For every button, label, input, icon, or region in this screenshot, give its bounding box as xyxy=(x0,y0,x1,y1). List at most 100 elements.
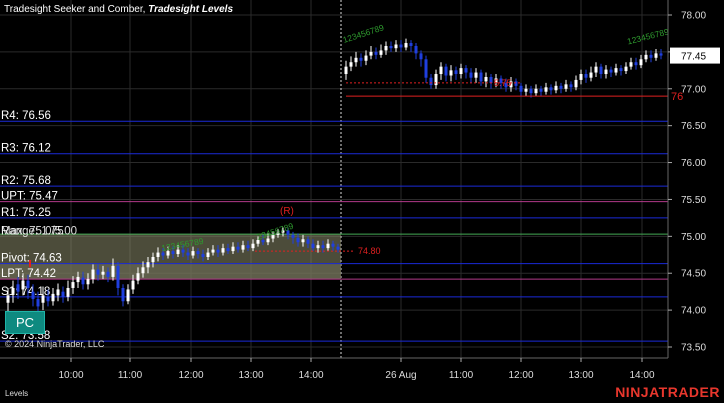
candle-body xyxy=(634,62,638,66)
candle-body xyxy=(51,293,55,302)
time-tick-label: 12:00 xyxy=(508,370,533,381)
price-tick-label: 74.50 xyxy=(681,269,706,280)
candle-body xyxy=(191,251,195,256)
candle-body xyxy=(584,74,588,78)
pc-button[interactable]: PC xyxy=(5,311,45,334)
reversal-marker: (R) xyxy=(280,206,294,217)
candle-body xyxy=(394,44,398,49)
candle-body xyxy=(251,243,255,249)
candle-body xyxy=(569,84,573,88)
time-tick-label: 26 Aug xyxy=(385,370,416,381)
candle-body xyxy=(236,246,240,250)
candle-body xyxy=(594,66,598,73)
candle-body xyxy=(579,74,583,80)
level-label: R4: 76.56 xyxy=(1,110,51,122)
candle-body xyxy=(539,88,543,92)
candle-body xyxy=(419,53,423,60)
candle-body xyxy=(151,256,155,263)
candle-body xyxy=(291,234,295,238)
candle-body xyxy=(559,85,563,89)
candle-body xyxy=(409,43,413,46)
candle-body xyxy=(326,243,330,249)
candle-body xyxy=(81,277,85,285)
candle-body xyxy=(549,87,553,91)
candle-body xyxy=(479,72,483,82)
candle-body xyxy=(469,72,473,78)
candle-body xyxy=(414,45,418,54)
candle-body xyxy=(56,289,60,296)
candle-body xyxy=(599,66,603,75)
candle-body xyxy=(76,276,80,283)
candle-body xyxy=(136,273,140,281)
time-tick-label: 11:00 xyxy=(118,370,143,381)
candle-body xyxy=(296,237,300,243)
candle-body xyxy=(529,88,533,94)
time-tick-label: 13:00 xyxy=(238,370,263,381)
price-marker: 5.75 xyxy=(494,78,512,88)
candle-body xyxy=(374,51,378,55)
candle-body xyxy=(349,62,353,67)
candle-body xyxy=(86,279,90,285)
candle-body xyxy=(434,74,438,86)
time-tick-label: 10:00 xyxy=(58,370,83,381)
time-tick-label: 12:00 xyxy=(178,370,203,381)
price-tick-label: 76.50 xyxy=(681,121,706,132)
candle-body xyxy=(424,59,428,78)
candle-body xyxy=(156,252,160,257)
candle-body xyxy=(26,280,30,288)
candle-body xyxy=(554,85,558,91)
candle-body xyxy=(514,81,518,86)
candle-body xyxy=(449,70,453,76)
candle-body xyxy=(439,66,443,75)
candle-body xyxy=(444,66,448,76)
time-tick-label: 14:00 xyxy=(298,370,323,381)
candle-body xyxy=(41,295,45,303)
candle-body xyxy=(474,72,478,78)
candle-body xyxy=(221,248,225,253)
candle-body xyxy=(21,280,25,290)
candle-body xyxy=(344,66,348,75)
candle-body xyxy=(336,246,340,250)
candle-body xyxy=(11,287,15,294)
candle-body xyxy=(91,269,95,280)
price-tick-label: 73.50 xyxy=(681,343,706,354)
candle-body xyxy=(589,72,593,78)
candle-body xyxy=(126,289,130,302)
candle-body xyxy=(354,57,358,63)
candle-body xyxy=(121,287,125,302)
price-tick-label: 75.50 xyxy=(681,195,706,206)
candle-body xyxy=(534,88,538,94)
candle-body xyxy=(454,70,458,75)
candle-body xyxy=(629,62,633,67)
level-label: UPT: 75.47 xyxy=(1,191,58,203)
candle-body xyxy=(644,54,648,60)
candle-body xyxy=(659,53,663,56)
price-marker: 74.80 xyxy=(358,246,381,256)
candle-body xyxy=(604,69,608,75)
candle-body xyxy=(384,45,388,51)
candle-body xyxy=(359,57,363,61)
candle-body xyxy=(654,53,658,58)
candle-body xyxy=(141,267,145,274)
time-tick-label: 14:00 xyxy=(629,370,654,381)
chart-title-indicator: Tradesight Levels xyxy=(148,4,234,15)
price-chart[interactable]: R4: 76.56 R3: 76.12 R2: 75.68 UPT: 75.47 R1:… xyxy=(0,0,724,403)
candle-body xyxy=(609,69,613,73)
candle-body xyxy=(61,291,65,297)
candle-body xyxy=(46,296,50,302)
candle-body xyxy=(66,287,70,297)
candle-body xyxy=(306,239,310,244)
level-label: R1: 75.25 xyxy=(1,207,51,219)
candle-body xyxy=(31,291,35,300)
chart-title-prefix: Tradesight Seeker and Comber, xyxy=(4,4,149,15)
candle-body xyxy=(311,243,315,249)
candle-body xyxy=(211,249,215,253)
candle-body xyxy=(16,284,20,292)
copyright-text: © 2024 NinjaTrader, LLC xyxy=(5,339,105,349)
ninjatrader-logo: NINJATRADER xyxy=(615,384,720,400)
candle-body xyxy=(181,249,185,253)
candle-body xyxy=(216,249,220,253)
chart-title: Tradesight Seeker and Comber, Tradesight… xyxy=(4,4,233,15)
candle-body xyxy=(389,45,393,49)
candle-body xyxy=(201,254,205,257)
